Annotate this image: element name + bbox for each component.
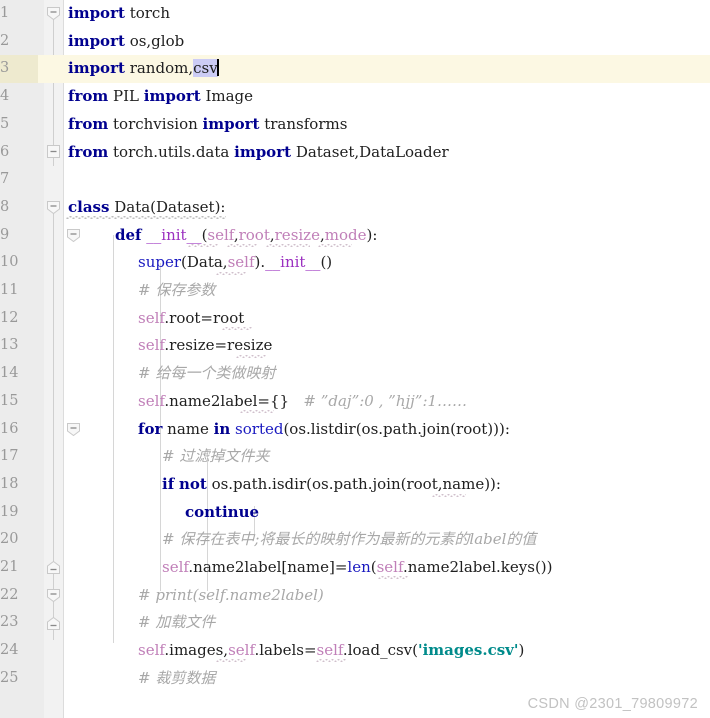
code-line-24[interactable]: 24 self.images,self.labels=self.load_csv… <box>0 637 710 665</box>
code-line-4[interactable]: 4 from PIL import Image <box>0 83 710 111</box>
line-number: 18 <box>0 475 19 492</box>
code-text[interactable]: import torch <box>68 0 170 28</box>
code-line-13[interactable]: 13 self.resize=resize <box>0 332 710 360</box>
code-text[interactable]: # 保存参数 <box>138 277 215 305</box>
identifier-underline <box>188 244 218 247</box>
identifier-underline <box>316 659 346 662</box>
line-number: 25 <box>0 669 19 686</box>
code-line-21[interactable]: 21 self.name2label[name]=len(self.name2l… <box>0 554 710 582</box>
code-line-23[interactable]: 23 # 加载文件 <box>0 609 710 637</box>
code-text[interactable]: # 给每一个类做映射 <box>138 360 275 388</box>
line-number: 14 <box>0 365 19 382</box>
code-line-1[interactable]: 1 import torch <box>0 0 710 28</box>
line-number: 10 <box>0 254 19 271</box>
line-number: 22 <box>0 586 19 603</box>
identifier-underline <box>378 576 408 579</box>
identifier-underline <box>222 327 252 330</box>
line-number: 13 <box>0 337 19 354</box>
code-line-16[interactable]: 16 for name in sorted(os.listdir(os.path… <box>0 416 710 444</box>
code-line-5[interactable]: 5 from torchvision import transforms <box>0 111 710 139</box>
identifier-underline <box>432 494 466 497</box>
line-number: 4 <box>0 88 10 105</box>
code-text[interactable]: # 保存在表中;将最长的映射作为最新的元素的label的值 <box>162 526 536 554</box>
line-number: 6 <box>0 143 10 160</box>
code-text[interactable]: from torch.utils.data import Dataset,Dat… <box>68 139 449 167</box>
line-number: 9 <box>0 226 10 243</box>
code-line-18[interactable]: 18 if not os.path.isdir(os.path.join(roo… <box>0 471 710 499</box>
code-line-25[interactable]: 25 # 裁剪数据 <box>0 665 710 693</box>
code-text[interactable]: self.name2label={} # ”daj”:0 , ”hjj”:1…… <box>138 388 467 416</box>
code-line-15[interactable]: 15 self.name2label={} # ”daj”:0 , ”hjj”:… <box>0 388 710 416</box>
line-number: 11 <box>0 282 19 298</box>
line-number: 3 <box>0 55 38 84</box>
code-line-14[interactable]: 14 # 给每一个类做映射 <box>0 360 710 388</box>
code-line-20[interactable]: 20 # 保存在表中;将最长的映射作为最新的元素的label的值 <box>0 526 710 554</box>
line-number: 16 <box>0 420 19 437</box>
code-text[interactable]: import random,csv <box>68 55 219 83</box>
code-text[interactable]: import os,glob <box>68 28 184 56</box>
line-number: 12 <box>0 309 19 326</box>
code-line-11[interactable]: 11 # 保存参数 <box>0 277 710 305</box>
code-text[interactable]: # print(self.name2label) <box>138 582 324 610</box>
identifier-underline <box>318 244 352 247</box>
identifier-underline <box>266 244 310 247</box>
code-text[interactable]: from torchvision import transforms <box>68 111 347 139</box>
code-text[interactable]: from PIL import Image <box>68 83 253 111</box>
csdn-watermark: CSDN @2301_79809972 <box>527 696 698 712</box>
line-number: 15 <box>0 392 19 409</box>
line-number: 1 <box>0 5 10 21</box>
code-line-2[interactable]: 2 import os,glob <box>0 28 710 56</box>
text-caret <box>216 59 219 77</box>
code-line-22[interactable]: 22 # print(self.name2label) <box>0 582 710 610</box>
line-number: 21 <box>0 559 19 575</box>
line-number: 20 <box>0 531 19 548</box>
line-number: 24 <box>0 642 19 659</box>
line-number: 17 <box>0 448 19 465</box>
code-editor[interactable]: 1 import torch 2 import os,glob 3 import… <box>0 0 710 718</box>
code-line-7[interactable]: 7 <box>0 166 710 194</box>
line-number: 2 <box>0 32 10 49</box>
code-line-10[interactable]: 10 super(Data,self).__init__() <box>0 249 710 277</box>
identifier-underline <box>216 659 246 662</box>
line-number: 5 <box>0 115 10 132</box>
code-text[interactable]: self.name2label[name]=len(self.name2labe… <box>162 554 553 582</box>
code-line-6[interactable]: 6 from torch.utils.data import Dataset,D… <box>0 139 710 167</box>
line-number: 19 <box>0 503 19 520</box>
code-line-3[interactable]: 3 import random,csv <box>0 55 710 84</box>
code-text[interactable]: for name in sorted(os.listdir(os.path.jo… <box>138 416 510 444</box>
identifier-underline <box>236 355 266 358</box>
code-text[interactable]: # 裁剪数据 <box>138 665 215 693</box>
code-text[interactable]: # 加载文件 <box>138 609 215 637</box>
line-number: 8 <box>0 198 10 215</box>
code-line-9[interactable]: 9 def __init__(self,root,resize,mode): <box>0 222 710 250</box>
identifier-underline <box>240 410 274 413</box>
identifier-underline <box>227 244 257 247</box>
line-number: 23 <box>0 614 19 631</box>
text-selection[interactable]: csv <box>193 59 218 78</box>
code-line-17[interactable]: 17 # 过滤掉文件夹 <box>0 443 710 471</box>
code-text[interactable]: # 过滤掉文件夹 <box>162 443 269 471</box>
code-text[interactable]: continue <box>185 499 259 527</box>
code-line-19[interactable]: 19 continue <box>0 499 710 527</box>
line-number: 7 <box>0 171 10 188</box>
code-line-12[interactable]: 12 self.root=root <box>0 305 710 333</box>
identifier-underline <box>216 272 246 275</box>
inspection-squiggle-line-8 <box>66 216 226 219</box>
